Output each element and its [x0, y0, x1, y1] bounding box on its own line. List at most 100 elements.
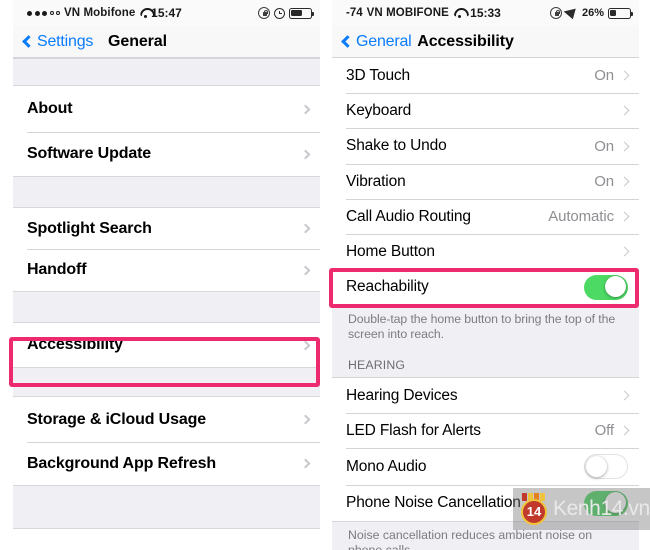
- watermark-badge-number: 14: [521, 498, 547, 525]
- alarm-clock-icon: [274, 7, 285, 19]
- list-item-accessory: [300, 414, 311, 425]
- list-item-label: Hearing Devices: [346, 386, 458, 404]
- list-item-accessory: [300, 458, 311, 469]
- list-item-3d-touch[interactable]: 3D Touch On: [332, 58, 639, 93]
- list-item-shake-to-undo[interactable]: Shake to Undo On: [332, 128, 639, 164]
- right-status-bar: -74 VN MOBIFONE 15:33 26%: [332, 0, 639, 26]
- left-status-right: [258, 7, 315, 19]
- list-item-label: Vibration: [346, 172, 406, 190]
- list-item-hearing-devices[interactable]: Hearing Devices: [332, 377, 639, 413]
- list-item-background-app-refresh[interactable]: Background App Refresh: [13, 442, 320, 485]
- right-status-right: 26%: [549, 4, 634, 20]
- list-item-accessibility[interactable]: Accessibility: [13, 323, 320, 367]
- toggle-knob: [605, 276, 627, 298]
- signal-rssi-value: -74: [346, 7, 363, 19]
- list-item-label: Reachability: [346, 278, 429, 295]
- list-item-label: Call Audio Routing: [346, 207, 471, 225]
- list-item-call-audio-routing[interactable]: Call Audio Routing Automatic: [332, 199, 639, 234]
- list-item-label: Background App Refresh: [27, 454, 217, 472]
- list-item-accessory: [300, 104, 311, 114]
- location-arrow-icon: [563, 4, 581, 20]
- group-spacer: [13, 291, 320, 323]
- list-item-accessory: Off: [594, 422, 630, 439]
- rotation-lock-icon: [549, 7, 562, 19]
- reachability-toggle[interactable]: [584, 274, 628, 300]
- right-nav-bar: General Accessibility: [332, 26, 639, 58]
- chevron-right-icon: [300, 340, 311, 350]
- chevron-right-icon: [619, 176, 630, 187]
- right-phone-screen: -74 VN MOBIFONE 15:33 26% General Access…: [332, 0, 639, 550]
- carrier-name: VN Mobifone: [64, 7, 136, 19]
- mono-audio-toggle[interactable]: [584, 454, 628, 479]
- group-spacer: [13, 58, 320, 86]
- chevron-right-icon: [300, 149, 311, 159]
- right-status-left: -74 VN MOBIFONE: [346, 7, 466, 19]
- reachability-footer-note: Double-tap the home button to bring the …: [332, 305, 639, 344]
- list-item-accessory: [300, 265, 311, 275]
- chevron-right-icon: [300, 265, 311, 275]
- back-button-general[interactable]: General: [341, 32, 412, 51]
- list-item-value: Automatic: [548, 208, 614, 225]
- toggle-knob: [585, 455, 607, 477]
- list-item-label: Software Update: [27, 145, 151, 162]
- screenshot-stage: VN Mobifone 15:47 Settings General About…: [0, 0, 650, 550]
- group-spacer: [13, 485, 320, 529]
- section-header-hearing: HEARING: [332, 344, 639, 377]
- list-item-reachability[interactable]: Reachability: [332, 269, 639, 305]
- chevron-right-icon: [619, 105, 630, 116]
- wifi-icon: [139, 8, 152, 18]
- list-item-label: Keyboard: [346, 101, 412, 119]
- list-item-label: Phone Noise Cancellation: [346, 494, 521, 511]
- group-spacer: [13, 367, 320, 397]
- back-button-label: General: [356, 32, 412, 50]
- watermark: 14 Kenh14.vn: [513, 488, 650, 530]
- back-button-settings[interactable]: Settings: [22, 32, 94, 51]
- signal-strength-dots-icon: [27, 10, 60, 16]
- left-status-bar: VN Mobifone 15:47: [13, 0, 320, 26]
- chevron-right-icon: [300, 223, 311, 234]
- list-item-accessory: [584, 454, 628, 479]
- list-item-software-update[interactable]: Software Update: [13, 132, 320, 176]
- chevron-left-icon: [341, 35, 354, 48]
- chevron-right-icon: [300, 104, 311, 114]
- list-item-handoff[interactable]: Handoff: [13, 249, 320, 291]
- list-item-accessory: On: [594, 67, 630, 84]
- list-item-label: LED Flash for Alerts: [346, 421, 481, 439]
- list-item-label: Shake to Undo: [346, 137, 447, 154]
- list-item-vibration[interactable]: Vibration On: [332, 164, 639, 199]
- left-settings-list: About Software Update Spotlight Search H…: [13, 58, 320, 529]
- rotation-lock-icon: [258, 7, 270, 19]
- battery-percent-label: 26%: [581, 7, 604, 19]
- list-item-storage-icloud-usage[interactable]: Storage & iCloud Usage: [13, 397, 320, 442]
- chevron-right-icon: [619, 390, 630, 401]
- chevron-left-icon: [22, 35, 35, 48]
- list-item-value: On: [594, 137, 614, 155]
- list-item-accessory: [619, 246, 630, 257]
- list-item-keyboard[interactable]: Keyboard: [332, 93, 639, 128]
- list-item-accessory: [619, 105, 630, 116]
- list-item-accessory: Automatic: [548, 208, 630, 225]
- list-item-home-button[interactable]: Home Button: [332, 234, 639, 269]
- left-phone-screen: VN Mobifone 15:47 Settings General About…: [13, 0, 320, 550]
- chevron-right-icon: [619, 211, 630, 222]
- list-item-value: On: [594, 173, 614, 190]
- list-item-value: Off: [594, 422, 615, 439]
- list-item-mono-audio[interactable]: Mono Audio: [332, 448, 639, 485]
- list-item-accessory: [584, 274, 628, 300]
- list-item-led-flash-for-alerts[interactable]: LED Flash for Alerts Off: [332, 413, 639, 448]
- list-item-label: Storage & iCloud Usage: [27, 410, 206, 428]
- back-button-label: Settings: [37, 32, 94, 50]
- battery-icon: [608, 7, 634, 19]
- list-item-spotlight-search[interactable]: Spotlight Search: [13, 208, 320, 249]
- list-item-accessory: On: [594, 137, 630, 155]
- chevron-right-icon: [619, 246, 630, 257]
- list-item-accessory: On: [594, 173, 630, 190]
- list-item-about[interactable]: About: [13, 86, 320, 132]
- list-item-label: About: [27, 100, 73, 117]
- list-item-value: On: [594, 67, 614, 84]
- list-item-label: Handoff: [27, 261, 87, 278]
- chevron-right-icon: [619, 425, 630, 436]
- list-item-label: Spotlight Search: [27, 219, 152, 237]
- list-item-accessory: [300, 149, 311, 159]
- battery-icon: [289, 7, 315, 19]
